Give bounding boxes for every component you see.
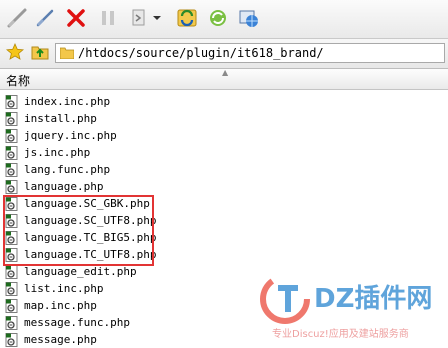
transfer-button[interactable]: [128, 6, 152, 30]
file-name: list.inc.php: [24, 282, 104, 295]
path-input[interactable]: /htdocs/source/plugin/it618_brand/: [55, 43, 445, 63]
php-file-icon: [5, 281, 18, 296]
site-manager-button[interactable]: [237, 6, 261, 30]
php-file-icon: [5, 315, 18, 330]
column-header-name[interactable]: ▲ 名称: [0, 68, 448, 90]
sort-ascending-icon: ▲: [222, 68, 229, 77]
php-file-icon: [5, 128, 18, 143]
file-row[interactable]: lang.func.php: [0, 161, 448, 178]
connect-icon: [36, 9, 54, 27]
file-name: message.php: [24, 333, 97, 346]
file-name: language_edit.php: [24, 265, 137, 278]
php-file-icon: [5, 264, 18, 279]
refresh-button[interactable]: [206, 6, 230, 30]
column-header-label: 名称: [6, 74, 31, 88]
toolbar: [0, 0, 448, 39]
file-row[interactable]: js.inc.php: [0, 144, 448, 161]
php-file-icon: [5, 162, 18, 177]
disconnect-icon: [7, 8, 27, 28]
php-file-icon: [5, 332, 18, 347]
file-row[interactable]: index.inc.php: [0, 93, 448, 110]
disconnect-button[interactable]: [5, 6, 29, 30]
file-name: message.func.php: [24, 316, 130, 329]
pause-icon: [102, 11, 114, 25]
file-row[interactable]: install.php: [0, 110, 448, 127]
pause-button[interactable]: [96, 6, 120, 30]
file-name: lang.func.php: [24, 163, 111, 176]
php-file-icon: [5, 94, 18, 109]
bookmark-button[interactable]: [5, 42, 25, 62]
path-text: /htdocs/source/plugin/it618_brand/: [78, 46, 324, 60]
file-name: install.php: [24, 112, 97, 125]
highlight-box: [3, 195, 154, 266]
sync-button[interactable]: [175, 6, 199, 30]
php-file-icon: [5, 298, 18, 313]
php-file-icon: [5, 145, 18, 160]
file-name: jquery.inc.php: [24, 129, 117, 142]
watermark: DZ插件网 专业Discuz!应用及建站服务商: [258, 272, 448, 346]
globe-icon: [239, 10, 258, 27]
folder-up-icon: [31, 46, 49, 60]
watermark-logo-icon: [260, 274, 310, 324]
address-bar: /htdocs/source/plugin/it618_brand/: [0, 39, 448, 69]
php-file-icon: [5, 179, 18, 194]
connect-button[interactable]: [33, 6, 57, 30]
file-row[interactable]: language.php: [0, 178, 448, 195]
file-row[interactable]: jquery.inc.php: [0, 127, 448, 144]
star-icon: [6, 43, 24, 60]
file-name: language.php: [24, 180, 104, 193]
folder-icon: [60, 47, 74, 59]
refresh-icon: [210, 10, 226, 26]
sync-icon: [177, 9, 197, 27]
parent-folder-button[interactable]: [30, 42, 50, 62]
transfer-icon: [132, 9, 145, 26]
watermark-brand: DZ插件网: [314, 284, 433, 314]
file-name: index.inc.php: [24, 95, 111, 108]
file-name: js.inc.php: [24, 146, 91, 159]
transfer-dropdown[interactable]: [150, 6, 164, 30]
file-name: map.inc.php: [24, 299, 97, 312]
chevron-down-icon: [153, 16, 161, 20]
close-icon: [67, 9, 85, 27]
watermark-subtitle: 专业Discuz!应用及建站服务商: [272, 329, 409, 340]
cancel-button[interactable]: [64, 6, 88, 30]
php-file-icon: [5, 111, 18, 126]
